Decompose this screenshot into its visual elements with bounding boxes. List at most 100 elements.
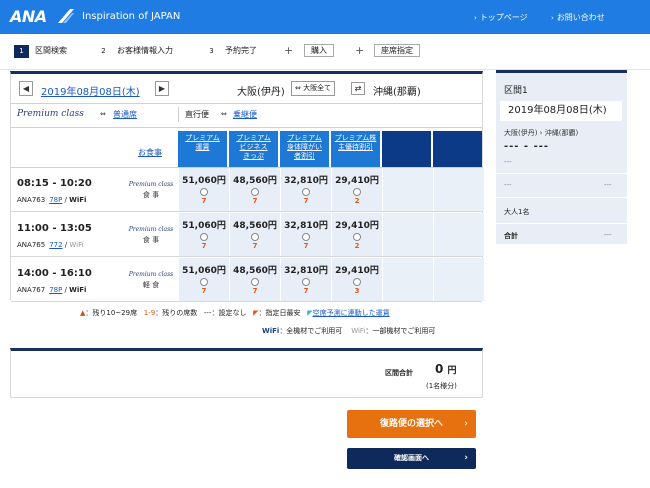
- fare-radio[interactable]: [200, 233, 208, 241]
- top-header: ANA Inspiration of JAPAN › トップページ › お問い合わせ: [0, 0, 650, 34]
- flight-time: 08:15 - 10:20: [17, 178, 92, 189]
- flight-info: ANA765 772 / WiFi: [17, 241, 84, 249]
- nav-top-page-link[interactable]: › トップページ: [474, 12, 528, 23]
- divider: [496, 223, 627, 224]
- fare-cell-empty: [382, 168, 433, 211]
- fare-cell[interactable]: 48,560円 7: [229, 258, 280, 301]
- fare-radio[interactable]: [353, 233, 361, 241]
- tagline: Inspiration of JAPAN: [82, 11, 181, 22]
- wifi-icon: WiFi: [69, 286, 87, 294]
- ana-logo[interactable]: ANA: [10, 7, 47, 26]
- summary-total-value: ---: [604, 231, 612, 239]
- swap-horizontal-icon: ⇔: [295, 84, 304, 92]
- fare-cell-empty: [382, 258, 433, 301]
- fare-cell[interactable]: 48,560円 7: [229, 213, 280, 256]
- fare-cell[interactable]: 29,410円 3: [331, 258, 382, 301]
- wifi-icon: WiFi: [69, 241, 84, 249]
- total-value: 0 円: [435, 362, 457, 376]
- fare-cell[interactable]: 32,810円 7: [280, 168, 331, 211]
- fare-cell[interactable]: 29,410円 2: [331, 213, 382, 256]
- ordinary-seat-link[interactable]: 普通席: [113, 109, 137, 120]
- fare-radio[interactable]: [353, 278, 361, 286]
- fare-cell-empty: [433, 258, 484, 301]
- divider: [496, 197, 627, 198]
- switch-icon: ⇔: [221, 110, 227, 118]
- wifi-icon: WiFi: [69, 196, 87, 204]
- summary-left-value: ---: [504, 181, 512, 189]
- departure-all-button[interactable]: ⇔ 大阪全て: [291, 81, 336, 96]
- legend-row-2: WiFi：全機材でご利用可 WiFi：一部機材でご利用可: [262, 327, 436, 335]
- progress-steps: 1 区間検索 2 お客様情報入力 3 予約完了 + 購入 + 座席指定: [0, 34, 650, 70]
- fare-radio[interactable]: [251, 278, 259, 286]
- flight-time: 11:00 - 13:05: [17, 223, 92, 234]
- aircraft-link[interactable]: 772: [49, 241, 62, 249]
- fare-radio[interactable]: [302, 188, 310, 196]
- fare-header-shareholder[interactable]: プレミアム株 主優待割引: [331, 131, 380, 167]
- fare-radio[interactable]: [302, 278, 310, 286]
- next-day-button[interactable]: ▶: [155, 81, 169, 96]
- summary-times: --- - ---: [504, 141, 550, 152]
- confirm-button[interactable]: 確認画面へ ›: [347, 448, 476, 469]
- chevron-right-icon: ›: [551, 14, 554, 22]
- arrival-airport: 沖縄(那覇): [373, 87, 421, 98]
- premium-class-label: Premium class: [17, 109, 84, 119]
- chevron-right-icon: ›: [474, 14, 477, 22]
- fare-radio[interactable]: [251, 188, 259, 196]
- fare-header-business[interactable]: プレミアム ビジネス きっぷ: [229, 131, 278, 167]
- nav-contact-link[interactable]: › お問い合わせ: [551, 12, 605, 23]
- fare-radio[interactable]: [251, 233, 259, 241]
- connecting-flight-link[interactable]: 乗継便: [233, 109, 257, 120]
- fare-cell-empty: [382, 213, 433, 256]
- summary-total-label: 合計: [504, 232, 518, 240]
- meal-info: Premium class 食 事: [128, 226, 174, 244]
- chevron-right-icon: ›: [464, 453, 468, 463]
- prev-day-button[interactable]: ◀: [19, 81, 33, 96]
- divider: [496, 173, 627, 174]
- aircraft-link[interactable]: 78P: [49, 286, 62, 294]
- step-1: 1 区間検索: [14, 45, 67, 58]
- meal-info: Premium class 食 事: [128, 181, 174, 199]
- date-picker-link[interactable]: 2019年08月08日(木): [41, 83, 140, 98]
- fare-cell[interactable]: 29,410円 2: [331, 168, 382, 211]
- passenger-count: 大人1名: [504, 208, 530, 216]
- fare-radio[interactable]: [200, 188, 208, 196]
- step-purchase: 購入: [304, 44, 334, 57]
- divider: [178, 107, 179, 122]
- plus-icon: +: [355, 44, 365, 57]
- total-label: 区間合計: [385, 369, 413, 377]
- fare-cell[interactable]: 48,560円 7: [229, 168, 280, 211]
- step-2: 2 お客様情報入力: [101, 46, 173, 55]
- plus-icon: +: [284, 44, 294, 57]
- flight-time: 14:00 - 16:10: [17, 268, 92, 279]
- switch-icon: ⇔: [100, 110, 106, 118]
- fare-cell-empty: [433, 168, 484, 211]
- swap-route-button[interactable]: ⇄: [351, 82, 365, 95]
- fare-radio[interactable]: [302, 233, 310, 241]
- fare-cell[interactable]: 51,060円 7: [178, 258, 229, 301]
- segment-total-box: 区間合計 0 円 (1名様分): [10, 348, 483, 398]
- return-flight-button[interactable]: 復路便の選択へ ›: [347, 410, 476, 438]
- total-note: (1名様分): [426, 382, 457, 390]
- flight-info: ANA767 78P / WiFi: [17, 286, 87, 294]
- fare-cell[interactable]: 51,060円 7: [178, 213, 229, 256]
- ana-wing-logo-icon: [58, 9, 74, 23]
- flight-row: 08:15 - 10:20 ANA763 78P / WiFi Premium cla…: [11, 168, 484, 212]
- chevron-right-icon: ›: [464, 419, 468, 429]
- aircraft-link[interactable]: 78P: [49, 196, 62, 204]
- flight-row: 14:00 - 16:10 ANA767 78P / WiFi Premium cla…: [11, 258, 484, 302]
- fare-radio[interactable]: [353, 188, 361, 196]
- fare-cell[interactable]: 32,810円 7: [280, 213, 331, 256]
- wifi-icon: WiFi: [262, 327, 280, 335]
- legend-row-1: ▲：残り10~29席 1-9：残りの席数 ---：設定なし ◤：指定日最安 ◤空…: [80, 309, 390, 317]
- fare-header-premium[interactable]: プレミアム 運賃: [178, 131, 227, 167]
- fare-cell[interactable]: 51,060円 7: [178, 168, 229, 211]
- meal-header-link[interactable]: お食事: [138, 147, 162, 158]
- class-filter-row: Premium class ⇔ 普通席 直行便 ⇔ 乗継便: [11, 104, 482, 125]
- fare-header-blank: [433, 131, 482, 167]
- forecast-fare-link[interactable]: 空席予測に連動した運賃: [313, 309, 390, 317]
- fare-radio[interactable]: [200, 278, 208, 286]
- flight-row: 11:00 - 13:05 ANA765 772 / WiFi Premium cla…: [11, 213, 484, 257]
- date-route-bar: ◀ 2019年08月08日(木) ▶ 大阪(伊丹) ⇔ 大阪全て ⇄ 沖縄(那覇…: [11, 74, 482, 104]
- fare-header-disability[interactable]: プレミアム 身体障がい 者割引: [280, 131, 329, 167]
- fare-cell[interactable]: 32,810円 7: [280, 258, 331, 301]
